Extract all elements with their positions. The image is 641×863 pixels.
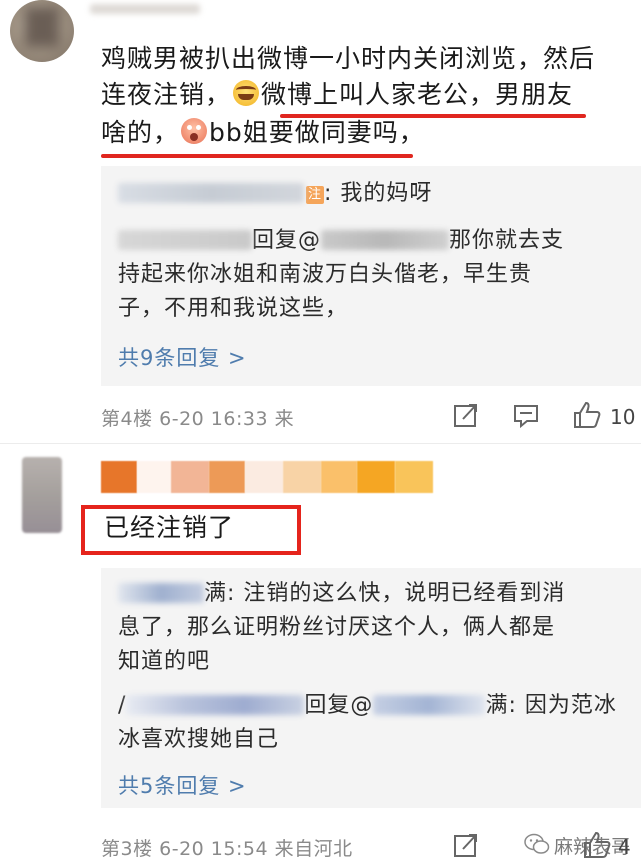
more-replies-link[interactable]: 共9条回复 > xyxy=(118,342,247,372)
reply-item[interactable]: 满: 注销的这么快，说明已经看到消 xyxy=(118,578,565,609)
comment-text: 连夜注销， xyxy=(101,80,232,109)
blurred-username[interactable] xyxy=(118,183,304,203)
comment-text: 鸡贼男被扒出微博一小时内关闭浏览，然后 xyxy=(101,44,596,73)
floor-meta: 第3楼 6-20 15:54 来自河北 xyxy=(101,838,353,860)
comment-text: 已经注销了 xyxy=(104,513,235,542)
laughing-face-icon xyxy=(233,80,260,106)
reply-text: 子，不用和我说这些， xyxy=(118,296,349,321)
blurred-username[interactable] xyxy=(321,230,450,250)
reply-text: 息了，那么证明粉丝讨厌这个人，俩人都是 xyxy=(118,615,556,640)
reply-text: 回复@ xyxy=(252,228,322,253)
like-count: 10 xyxy=(610,405,636,429)
divider xyxy=(0,443,641,444)
share-icon[interactable] xyxy=(452,832,480,860)
reply-text: 冰喜欢搜她自己 xyxy=(118,727,280,752)
comment-body-line: 啥的， bb姐要做同妻吗， xyxy=(101,116,425,150)
reply-item[interactable]: 回复@ 那你就去支 xyxy=(118,225,564,256)
share-icon[interactable] xyxy=(452,402,480,430)
like-icon[interactable] xyxy=(582,830,612,860)
blurred-username[interactable] xyxy=(373,695,486,715)
shocked-face-icon xyxy=(181,118,208,144)
reply-text: 那你就去支 xyxy=(449,228,565,253)
reply-item[interactable]: / 回复@ 满: 因为范冰 xyxy=(118,690,617,721)
avatar[interactable] xyxy=(10,0,74,62)
reply-text: / xyxy=(118,693,127,718)
user-badge: 注 xyxy=(306,186,325,204)
red-underline xyxy=(101,154,413,158)
reply-text: : 我的妈呀 xyxy=(324,181,433,206)
comment-body-line: 鸡贼男被扒出微博一小时内关闭浏览，然后 xyxy=(101,42,595,76)
comment-icon[interactable] xyxy=(512,403,540,429)
blurred-username[interactable] xyxy=(118,230,252,250)
wechat-icon xyxy=(524,833,550,854)
more-replies-link[interactable]: 共5条回复 > xyxy=(118,770,247,800)
reply-text: 满: 因为范冰 xyxy=(485,693,617,718)
floor-meta: 第4楼 6-20 16:33 来 xyxy=(101,408,295,430)
blurred-username[interactable] xyxy=(118,583,204,603)
reply-text: 持起来你冰姐和南波万白头偕老，早生贵 xyxy=(118,262,533,287)
like-count: 4 xyxy=(618,835,631,859)
blurred-username[interactable] xyxy=(126,695,305,715)
like-icon[interactable] xyxy=(572,400,602,430)
reply-text: 知道的吧 xyxy=(118,649,211,674)
comment-text-highlighted: 微博上叫人家老公，男朋友 xyxy=(261,80,574,109)
avatar[interactable] xyxy=(22,457,62,533)
reply-text: 满: 注销的这么快，说明已经看到消 xyxy=(204,581,566,606)
comment-body-line: 连夜注销， 微博上叫人家老公，男朋友 xyxy=(101,78,573,112)
reply-text: 回复@ xyxy=(304,693,374,718)
blurred-username[interactable] xyxy=(90,4,200,14)
comment-text-highlighted: 啥的， xyxy=(101,118,180,147)
reply-item[interactable]: 注: 我的妈呀 xyxy=(118,178,432,209)
comment-text-highlighted: bb姐要做同妻吗， xyxy=(209,118,425,147)
